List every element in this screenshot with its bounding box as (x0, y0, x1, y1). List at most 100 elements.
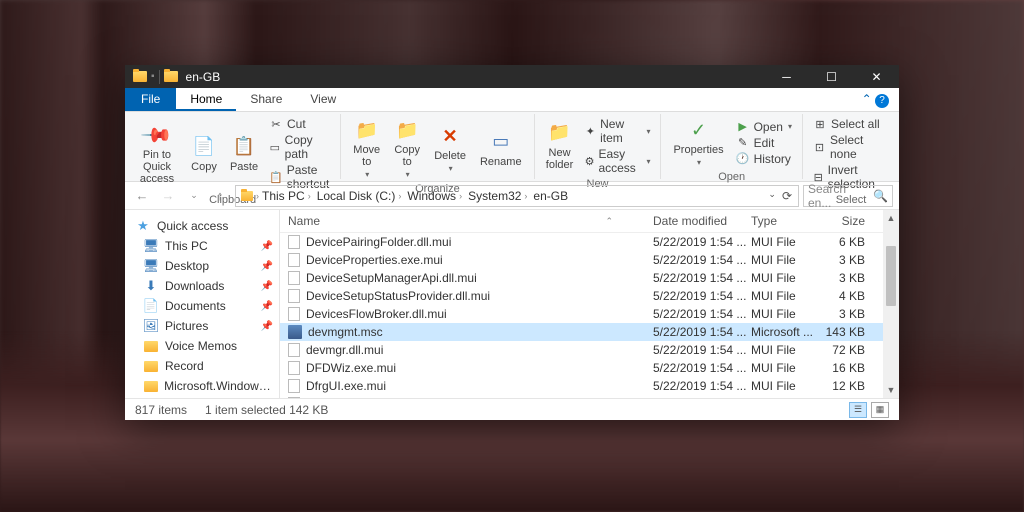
folder-icon (164, 71, 178, 82)
sidebar-item-this-pc[interactable]: 🖥This PC📌 (125, 236, 279, 256)
sidebar-item[interactable]: Microsoft.WindowsTe (125, 376, 279, 396)
delete-button[interactable]: ✕Delete▾ (428, 116, 472, 181)
properties-button[interactable]: ✓Properties▾ (667, 116, 729, 169)
maximize-button[interactable]: ☐ (809, 65, 854, 88)
rename-button[interactable]: ▭Rename (474, 116, 528, 181)
cut-icon: ✂ (269, 117, 283, 131)
breadcrumb[interactable]: Windows› (404, 189, 465, 203)
file-row[interactable]: DeviceProperties.exe.mui5/22/2019 1:54 .… (280, 251, 883, 269)
scrollbar-thumb[interactable] (886, 246, 896, 306)
pin-icon: 📌 (261, 321, 273, 332)
navigation-pane: ★Quick access 🖥This PC📌 🖥Desktop📌 ⬇Downl… (125, 210, 280, 398)
clipboard-group: 📌Pin to Quick access 📄Copy 📋Paste ✂Cut ▭… (125, 114, 341, 179)
scroll-down-icon[interactable]: ▼ (883, 382, 899, 398)
window-title: en-GB (186, 70, 221, 84)
forward-button[interactable]: → (157, 185, 179, 207)
select-none-icon: ⊡ (813, 140, 826, 154)
breadcrumb[interactable]: en-GB (530, 189, 571, 203)
sidebar-item[interactable]: Voice Memos (125, 336, 279, 356)
star-icon: ★ (135, 219, 151, 233)
close-button[interactable]: ✕ (854, 65, 899, 88)
open-icon: ▶ (736, 120, 750, 134)
selection-info: 1 item selected 142 KB (205, 403, 328, 417)
minimize-button[interactable]: ─ (764, 65, 809, 88)
ribbon-toggle[interactable]: ⌃ ? (852, 88, 899, 111)
open-button[interactable]: ▶Open▾ (732, 119, 796, 135)
select-none-button[interactable]: ⊡Select none (809, 132, 893, 162)
easy-access-button[interactable]: ⚙Easy access▾ (581, 146, 655, 176)
refresh-icon[interactable]: ⟳ (782, 189, 792, 203)
scrollbar-track[interactable] (883, 306, 899, 382)
history-button[interactable]: 🕐History (732, 151, 796, 167)
history-icon: 🕐 (736, 152, 750, 166)
select-all-button[interactable]: ⊞Select all (809, 116, 893, 132)
file-row[interactable]: DevicePairingFolder.dll.mui5/22/2019 1:5… (280, 233, 883, 251)
quick-access[interactable]: ★Quick access (125, 216, 279, 236)
share-tab[interactable]: Share (236, 88, 296, 111)
sidebar-item-pictures[interactable]: 🖼Pictures📌 (125, 316, 279, 336)
folder-icon (144, 341, 158, 352)
folder-icon (241, 191, 253, 201)
file-row[interactable]: DFDWiz.exe.mui5/22/2019 1:54 ...MUI File… (280, 359, 883, 377)
breadcrumb[interactable]: This PC› (259, 189, 314, 203)
folder-icon (144, 361, 158, 372)
breadcrumb[interactable]: System32› (465, 189, 530, 203)
file-row[interactable]: devmgmt.msc5/22/2019 1:54 ...Microsoft .… (280, 323, 883, 341)
type-column[interactable]: Type (751, 214, 819, 228)
file-row[interactable]: DeviceSetupManagerApi.dll.mui5/22/2019 1… (280, 269, 883, 287)
copy-path-button[interactable]: ▭Copy path (265, 132, 334, 162)
size-column[interactable]: Size (819, 214, 875, 228)
copy-button[interactable]: 📄Copy (185, 116, 223, 192)
new-item-button[interactable]: ✦New item▾ (581, 116, 655, 146)
pin-icon: 📌 (261, 241, 273, 252)
column-headers: Name⌃ Date modified Type Size (280, 210, 883, 233)
scrollbar[interactable]: ▲ ▼ (883, 210, 899, 398)
cut-button[interactable]: ✂Cut (265, 116, 334, 132)
pictures-icon: 🖼 (143, 319, 159, 333)
documents-icon: 📄 (143, 299, 159, 313)
sidebar-item[interactable]: AppData (125, 396, 279, 398)
file-icon (288, 307, 300, 321)
date-column[interactable]: Date modified (653, 214, 751, 228)
move-to-button[interactable]: 📁Move to▾ (347, 116, 386, 181)
new-group: 📁New folder ✦New item▾ ⚙Easy access▾ New (535, 114, 662, 179)
scroll-up-icon[interactable]: ▲ (883, 210, 899, 226)
home-tab[interactable]: Home (176, 88, 236, 111)
edit-button[interactable]: ✎Edit (732, 135, 796, 151)
tiles-view-button[interactable]: ▦ (871, 402, 889, 418)
recent-button[interactable]: ⌄ (183, 185, 205, 207)
file-row[interactable]: DevicesFlowBroker.dll.mui5/22/2019 1:54 … (280, 305, 883, 323)
explorer-body: ★Quick access 🖥This PC📌 🖥Desktop📌 ⬇Downl… (125, 210, 899, 398)
file-row[interactable]: devmgr.dll.mui5/22/2019 1:54 ...MUI File… (280, 341, 883, 359)
search-input[interactable]: Search en... 🔍 (803, 185, 893, 207)
file-tab[interactable]: File (125, 88, 176, 111)
up-button[interactable]: ↑ (209, 185, 231, 207)
qa-icon: ▪ (151, 71, 155, 82)
back-button[interactable]: ← (131, 185, 153, 207)
pin-to-quick-access-button[interactable]: 📌Pin to Quick access (131, 116, 183, 192)
new-folder-button[interactable]: 📁New folder (541, 116, 579, 176)
file-icon (288, 289, 300, 303)
paste-button[interactable]: 📋Paste (225, 116, 263, 192)
copy-to-button[interactable]: 📁Copy to▾ (388, 116, 426, 181)
file-row[interactable]: DfrgUI.exe.mui5/22/2019 1:54 ...MUI File… (280, 377, 883, 395)
breadcrumb[interactable]: Local Disk (C:)› (314, 189, 405, 203)
details-view-button[interactable]: ☰ (849, 402, 867, 418)
address-bar[interactable]: › This PC› Local Disk (C:)› Windows› Sys… (235, 185, 799, 207)
file-row[interactable]: DeviceSetupStatusProvider.dll.mui5/22/20… (280, 287, 883, 305)
move-icon: 📁 (355, 118, 379, 142)
explorer-window: ▪ en-GB ─ ☐ ✕ File Home Share View ⌃ ? 📌… (125, 65, 899, 420)
paste-icon: 📋 (232, 135, 256, 159)
file-icon (288, 325, 302, 339)
sort-icon: ⌃ (605, 216, 653, 227)
sidebar-item-downloads[interactable]: ⬇Downloads📌 (125, 276, 279, 296)
path-icon: ▭ (269, 140, 281, 154)
sidebar-item-documents[interactable]: 📄Documents📌 (125, 296, 279, 316)
name-column[interactable]: Name⌃ (288, 214, 653, 228)
address-bar-row: ← → ⌄ ↑ › This PC› Local Disk (C:)› Wind… (125, 182, 899, 210)
titlebar[interactable]: ▪ en-GB ─ ☐ ✕ (125, 65, 899, 88)
view-tab[interactable]: View (296, 88, 350, 111)
sidebar-item[interactable]: Record (125, 356, 279, 376)
dropdown-icon[interactable]: ⌄ (768, 189, 776, 203)
sidebar-item-desktop[interactable]: 🖥Desktop📌 (125, 256, 279, 276)
